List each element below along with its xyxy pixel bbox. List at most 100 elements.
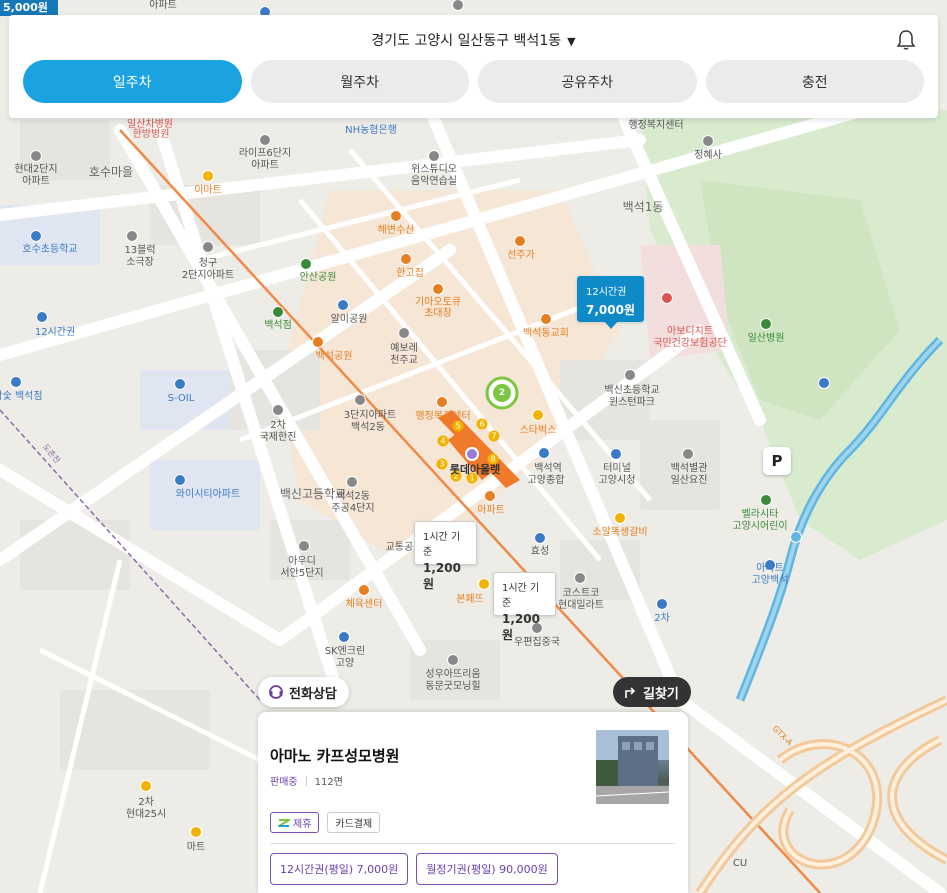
gas-station-icon[interactable] [656, 598, 668, 610]
parking-lot-card[interactable]: 아마노 카프성모병원 판매중 112면 제휴 카드결제 12시간권(평일) 7,… [258, 712, 688, 893]
theater-icon[interactable] [126, 230, 138, 242]
apartment-icon[interactable] [298, 540, 310, 552]
mart-icon[interactable] [202, 170, 214, 182]
restaurant-icon[interactable] [540, 313, 552, 325]
bus-terminal-icon[interactable] [538, 447, 550, 459]
apartment-icon[interactable] [682, 448, 694, 460]
post-office-icon[interactable] [338, 631, 350, 643]
shopping-icon[interactable] [478, 578, 490, 590]
map-label: 백석2동 [351, 422, 385, 433]
turn-right-arrow-icon [625, 687, 636, 698]
station-exit-marker: 4 [437, 435, 449, 447]
hospital-icon[interactable] [661, 292, 673, 304]
caret-down-icon: ▼ [567, 35, 576, 48]
map-label: CU [732, 858, 748, 869]
card-payment-chip: 카드결제 [327, 812, 381, 833]
tab-shared-parking[interactable]: 공유주차 [478, 60, 697, 103]
gas-station-icon[interactable] [10, 376, 22, 388]
price-marker[interactable]: 12시간권 7,000원 [577, 276, 644, 329]
parking-lot-meta: 판매중 112면 [270, 773, 343, 788]
call-consult-button[interactable]: 전화상담 [258, 677, 349, 707]
restaurant-icon[interactable] [390, 210, 402, 222]
shopping-icon[interactable] [614, 512, 626, 524]
school-icon[interactable] [174, 474, 186, 486]
map-label: 호수초등학교 [22, 244, 78, 255]
partner-chip-label: 제휴 [293, 819, 312, 830]
restaurant-icon[interactable] [432, 283, 444, 295]
parking-lot-photo[interactable] [596, 730, 669, 804]
price-marker[interactable]: 1시간 기준 1,200원 [414, 521, 477, 591]
map-label: 고양종합 [527, 475, 565, 486]
price-badge[interactable]: 5,000원 [0, 0, 58, 16]
map-label: 12시간권 [34, 327, 76, 338]
apartment-icon[interactable] [447, 654, 459, 666]
bus-icon[interactable] [818, 377, 830, 389]
cluster-marker[interactable]: 2 [499, 388, 505, 398]
directions-button[interactable]: 길찾기 [613, 677, 691, 707]
map-label: NH농협은행 [345, 125, 397, 136]
restaurant-icon[interactable] [484, 490, 496, 502]
tab-charging[interactable]: 충전 [705, 60, 924, 103]
car-service-icon[interactable] [36, 311, 48, 323]
church-icon[interactable] [398, 327, 410, 339]
price-marker[interactable]: 1시간 기준 1,200원 [493, 572, 556, 642]
school-icon[interactable] [30, 230, 42, 242]
apartment-icon[interactable] [574, 572, 586, 584]
map-label: 정혜사 [694, 150, 722, 161]
park-icon[interactable] [760, 494, 772, 506]
apartment-icon[interactable] [272, 404, 284, 416]
map-label: 백석별관 [670, 463, 708, 474]
location-selector[interactable]: 경기도 고양시 일산동구 백석1동 ▼ [9, 30, 938, 50]
map-label: 현대2단지 [14, 164, 58, 175]
tab-daily-parking[interactable]: 일주차 [23, 60, 242, 103]
map-label: 현대25시 [125, 809, 167, 820]
poi-icon[interactable] [337, 299, 349, 311]
parking-type-tabs: 일주차 월주차 공유주차 충전 [23, 60, 924, 103]
park-icon[interactable] [272, 306, 284, 318]
convenience-store-icon[interactable] [190, 826, 202, 838]
bell-icon[interactable] [896, 29, 916, 51]
map-label: 백석동교회 [523, 328, 569, 339]
map-label: 일산병원 [747, 333, 785, 344]
city-hall-icon[interactable] [610, 448, 622, 460]
map-label: 터미널 [603, 463, 631, 474]
station-exit-marker: 6 [476, 418, 488, 430]
school-icon[interactable] [174, 378, 186, 390]
station-exit-marker: 7 [488, 430, 500, 442]
cafe-icon[interactable] [436, 396, 448, 408]
map-label: 아우디 [288, 556, 316, 567]
restaurant-icon[interactable] [358, 584, 370, 596]
apartment-icon[interactable] [202, 241, 214, 253]
apartment-icon[interactable] [624, 369, 636, 381]
restaurant-icon[interactable] [400, 253, 412, 265]
restaurant-icon[interactable] [312, 336, 324, 348]
map-label: 고양시청 [598, 475, 636, 486]
map-label: 음악연습실 [411, 176, 457, 187]
shopping-icon[interactable] [532, 409, 544, 421]
poi-icon[interactable] [259, 134, 271, 146]
map-label: 일산요진 [670, 475, 708, 486]
map-label: 백신초등학교 [604, 385, 660, 396]
studio-icon[interactable] [428, 150, 440, 162]
apartment-icon[interactable] [346, 476, 358, 488]
ticket-monthly-weekday[interactable]: 월정기권(평일) 90,000원 [416, 853, 558, 885]
temple-icon[interactable] [702, 135, 714, 147]
parking-marker[interactable]: P [763, 447, 791, 475]
apartment-icon[interactable] [30, 150, 42, 162]
park-icon[interactable] [760, 318, 772, 330]
ticket-12h-weekday[interactable]: 12시간권(평일) 7,000원 [270, 853, 409, 885]
sale-status: 판매중 [270, 777, 298, 788]
tab-monthly-parking[interactable]: 월주차 [250, 60, 469, 103]
restaurant-icon[interactable] [514, 235, 526, 247]
map-label: 백석1동 [622, 200, 664, 214]
map-label-station[interactable]: 롯데아울렛 [450, 464, 501, 476]
office-icon[interactable] [354, 394, 366, 406]
mart-icon[interactable] [140, 780, 152, 792]
map-label: 주공4단지 [331, 503, 375, 514]
map-label: 2차 [270, 420, 286, 431]
price-marker-label: 12시간권 [586, 287, 627, 298]
bike-icon[interactable] [790, 531, 802, 543]
map-label: 천주교 [390, 355, 418, 366]
park-icon[interactable] [300, 258, 312, 270]
car-dealer-icon[interactable] [534, 532, 546, 544]
